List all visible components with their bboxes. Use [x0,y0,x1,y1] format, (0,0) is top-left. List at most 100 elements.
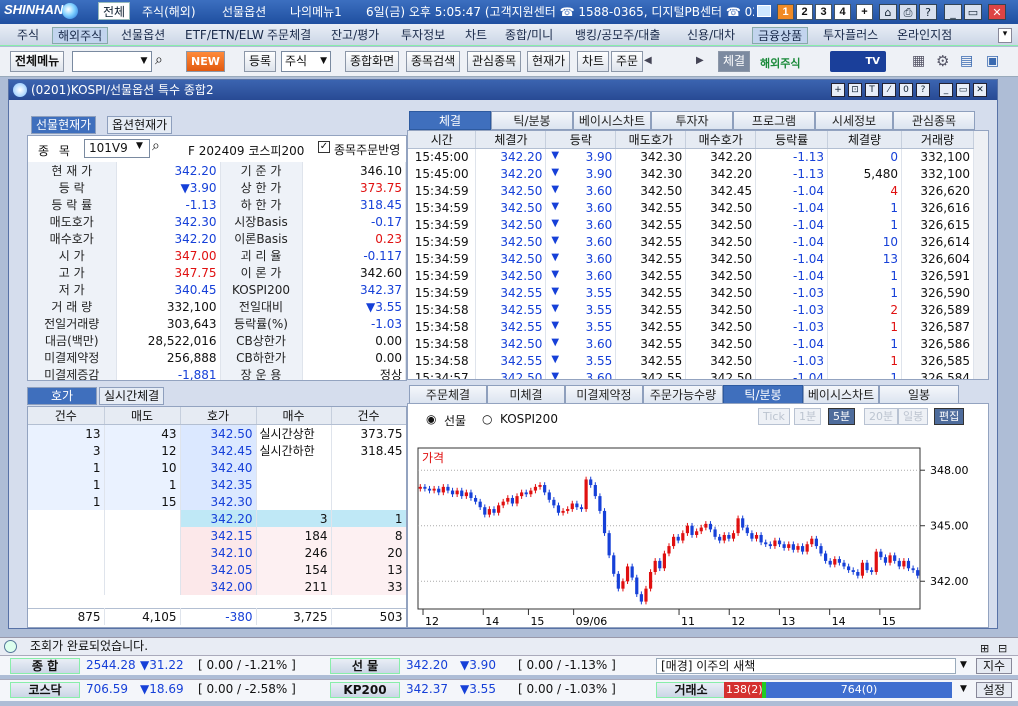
chart-tab-5[interactable]: 베이시스차트 [803,385,879,404]
help-icon[interactable]: ? [919,4,937,20]
tv-button[interactable]: TV [830,51,886,72]
window-button-0[interactable]: + [831,83,845,97]
menu-futures-options[interactable]: 선물옵션 [116,27,170,44]
chart-interval-button-4[interactable]: 일봉 [898,408,929,425]
watchlist-button[interactable]: 관심종목 [467,51,522,72]
trades-column-header[interactable]: 거래량 [901,131,975,149]
chart-button[interactable]: 차트 [577,51,610,72]
top-menu-futures-options[interactable]: 선물옵션 [218,3,270,21]
tab-futures-price[interactable]: 선물현재가 [31,116,97,134]
price-chart[interactable]: 348.00 345.00 342.00 12 14 15 09/06 11 12 13 14 15 가… [416,444,982,628]
menu-overseas-stock[interactable]: 해외주식 [52,27,109,44]
chart-interval-button-5[interactable]: 편집 [934,408,965,425]
new-button[interactable]: NEW [186,51,225,72]
ask-price[interactable]: 342.30 [180,493,257,510]
trades-scrollbar[interactable] [974,131,988,379]
home-icon[interactable]: ⌂ [879,4,897,20]
bid-price[interactable]: 342.05 [180,561,257,578]
market-select[interactable]: 주식 ▼ [281,51,331,72]
top-menu-stock-overseas[interactable]: 주식(해외) [138,3,200,21]
monitor-icon[interactable] [757,5,771,17]
menu-chart[interactable]: 차트 [460,27,492,44]
ask-price[interactable]: 342.35 [180,476,257,493]
chart-tab-2[interactable]: 미결제약정 [565,385,643,404]
menu-investment-plus[interactable]: 투자플러스 [818,27,883,44]
bid-price[interactable]: 342.00 [180,578,257,595]
window-button-5[interactable]: ? [916,83,930,97]
chart-tab-3[interactable]: 주문가능수량 [643,385,723,404]
window-button-1[interactable]: ⊡ [848,83,862,97]
chevron-down-icon[interactable]: ▼ [136,141,143,151]
toolbar-scroll-left-icon[interactable]: ◀ [644,55,652,66]
all-menu-button[interactable]: 전체메뉴 [10,51,65,72]
tab-realtime-trades[interactable]: 실시간체결 [99,387,165,405]
search-icon[interactable]: ⌕ [152,138,160,154]
print-icon[interactable]: ⎙ [899,4,917,20]
chevron-down-icon[interactable]: ▼ [960,658,967,674]
menu-stock[interactable]: 주식 [12,27,44,44]
trades-tab-6[interactable]: 관심종목 [893,111,975,130]
workspace-2-button[interactable]: 2 [796,4,813,20]
ask-price[interactable]: 342.40 [180,459,257,476]
menu-credit[interactable]: 신용/대차 [682,27,740,44]
chart-tab-1[interactable]: 미체결 [487,385,565,404]
menu-banking[interactable]: 뱅킹/공모주/대출 [570,27,665,44]
current-price-button[interactable]: 현재가 [527,51,571,72]
chart-interval-button-2[interactable]: 5분 [828,408,856,425]
chevron-down-icon[interactable]: ▼ [960,682,967,698]
bid-price[interactable]: 342.10 [180,544,257,561]
menu-summary[interactable]: 종합/미니 [500,27,558,44]
tab-options-price[interactable]: 옵션현재가 [107,116,173,134]
maximize-icon[interactable]: ▭ [964,4,982,20]
trades-tab-3[interactable]: 투자자 [651,111,733,130]
window-button-2[interactable]: T [865,83,879,97]
top-menu-my-menu[interactable]: 나의메뉴1 [286,3,346,21]
menu-balance[interactable]: 잔고/평가 [326,27,384,44]
news-ticker[interactable]: [매경] 이주의 새책 [656,658,956,674]
window-button-3[interactable]: ⁄ [882,83,896,97]
radio-futures[interactable]: ◉ [426,412,436,426]
workspace-3-button[interactable]: 3 [815,4,832,20]
overseas-stock-link[interactable]: 해외주식 [760,55,800,71]
bid-price[interactable]: 342.20 [180,510,257,527]
trades-column-header[interactable]: 등락 [545,131,617,149]
chart-interval-button-0[interactable]: Tick [758,408,790,425]
radio-kospi200[interactable]: ○ [482,412,492,426]
ask-price[interactable]: 342.50 [180,424,257,442]
trades-column-header[interactable]: 매도호가 [615,131,687,149]
chart-tab-4[interactable]: 틱/분봉 [723,385,803,404]
window-list-icon[interactable]: ▣ [986,53,999,69]
menu-dropdown-icon[interactable]: ▾ [998,28,1012,43]
trades-column-header[interactable]: 시간 [408,131,477,149]
summary-screen-button[interactable]: 종합화면 [345,51,400,72]
layout-icon[interactable]: ▤ [960,53,973,69]
trades-tab-1[interactable]: 틱/분봉 [491,111,573,130]
calculator-icon[interactable]: ▦ [912,53,925,69]
window-button-6[interactable]: _ [939,83,953,97]
search-icon[interactable]: ⌕ [155,52,163,68]
trades-column-header[interactable]: 매수호가 [685,131,757,149]
menu-online-branch[interactable]: 온라인지점 [892,27,957,44]
workspace-4-button[interactable]: 4 [834,4,851,20]
add-workspace-button[interactable]: + [856,4,873,20]
tab-orderbook[interactable]: 호가 [27,387,97,405]
trades-column-header[interactable]: 체결량 [827,131,902,149]
menu-etf[interactable]: ETF/ETN/ELW [180,27,269,44]
menu-financial-products[interactable]: 금융상품 [752,27,809,44]
trades-tab-4[interactable]: 프로그램 [733,111,815,130]
ask-price[interactable]: 342.45 [180,442,257,459]
order-button[interactable]: 주문 [611,51,644,72]
trades-tab-2[interactable]: 베이시스차트 [573,111,651,130]
window-button-7[interactable]: ▭ [956,83,970,97]
chart-interval-button-3[interactable]: 20분 [864,408,899,425]
bid-price[interactable]: 342.15 [180,527,257,544]
chart-interval-button-1[interactable]: 1분 [794,408,822,425]
menu-investment-info[interactable]: 투자정보 [396,27,450,44]
settings-button[interactable]: 설정 [976,682,1012,698]
order-reflect-checkbox[interactable]: ✓ [318,141,330,153]
gear-icon[interactable]: ⚙ [936,52,949,70]
register-button[interactable]: 등록 [244,51,277,72]
trades-tab-0[interactable]: 체결 [409,111,491,130]
execution-button[interactable]: 체결 [718,51,751,72]
workspace-1-button[interactable]: 1 [777,4,794,20]
